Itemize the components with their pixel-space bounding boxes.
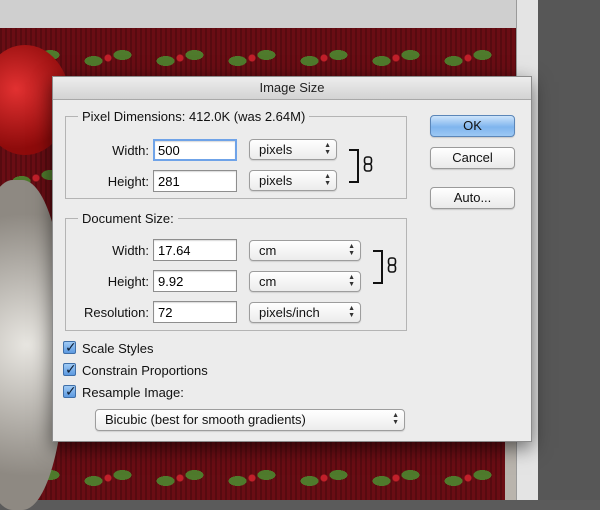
select-arrows-icon: ▲ ▼ [324, 173, 331, 187]
pixel-link-bracket [349, 149, 359, 183]
pixel-width-input[interactable] [153, 139, 237, 161]
pixel-width-unit-select[interactable]: pixels ▲ ▼ [249, 139, 337, 160]
resolution-input[interactable] [153, 301, 237, 323]
ok-button[interactable]: OK [430, 115, 515, 137]
cancel-button[interactable]: Cancel [430, 147, 515, 169]
pixel-size-info: 412.0K (was 2.64M) [188, 109, 306, 124]
chain-link-icon [387, 257, 397, 273]
checkmark-icon: ✓ [65, 383, 77, 399]
doc-height-unit-value: cm [259, 274, 277, 289]
pixel-dimensions-label: Pixel Dimensions: [82, 109, 186, 124]
select-arrows-icon: ▲ ▼ [348, 274, 355, 288]
resolution-unit-select[interactable]: pixels/inch ▲ ▼ [249, 302, 361, 323]
pixel-height-unit-value: pixels [259, 173, 293, 188]
resample-method-select[interactable]: Bicubic (best for smooth gradients) ▲ ▼ [95, 409, 405, 431]
scale-styles-checkbox[interactable]: ✓ [63, 339, 77, 355]
select-arrows-icon: ▲ ▼ [348, 243, 355, 257]
workspace-background [538, 0, 600, 500]
scale-styles-label: Scale Styles [82, 341, 154, 356]
checkmark-icon: ✓ [65, 361, 77, 377]
resample-image-checkbox[interactable]: ✓ [63, 383, 77, 399]
resample-method-value: Bicubic (best for smooth gradients) [105, 412, 306, 427]
chain-link-icon [363, 156, 373, 172]
constrain-proportions-checkbox[interactable]: ✓ [63, 361, 77, 377]
constrain-proportions-label: Constrain Proportions [82, 363, 208, 378]
doc-height-label: Height: [107, 274, 149, 289]
pixel-height-label: Height: [107, 174, 149, 189]
dialog-title: Image Size [53, 77, 531, 100]
auto-button[interactable]: Auto... [430, 187, 515, 209]
doc-width-unit-value: cm [259, 243, 277, 258]
select-arrows-icon: ▲ ▼ [392, 412, 399, 426]
pixel-height-unit-select[interactable]: pixels ▲ ▼ [249, 170, 337, 191]
resolution-label: Resolution: [83, 305, 149, 320]
select-arrows-icon: ▲ ▼ [348, 305, 355, 319]
doc-width-input[interactable] [153, 239, 237, 261]
resolution-unit-value: pixels/inch [259, 305, 320, 320]
doc-link-bracket [373, 250, 383, 284]
pixel-width-label: Width: [112, 143, 149, 158]
pixel-height-input[interactable] [153, 170, 237, 192]
doc-height-input[interactable] [153, 270, 237, 292]
resample-image-label: Resample Image: [82, 385, 184, 400]
checkmark-icon: ✓ [65, 339, 77, 355]
pixel-dimensions-legend: Pixel Dimensions: 412.0K (was 2.64M) [78, 109, 309, 124]
select-arrows-icon: ▲ ▼ [324, 142, 331, 156]
doc-width-label: Width: [112, 243, 149, 258]
doc-height-unit-select[interactable]: cm ▲ ▼ [249, 271, 361, 292]
window-top-bar [0, 0, 516, 28]
document-size-legend: Document Size: [82, 211, 174, 226]
doc-width-unit-select[interactable]: cm ▲ ▼ [249, 240, 361, 261]
image-size-dialog: Image Size Pixel Dimensions: 412.0K (was… [52, 76, 532, 442]
pixel-width-unit-value: pixels [259, 142, 293, 157]
